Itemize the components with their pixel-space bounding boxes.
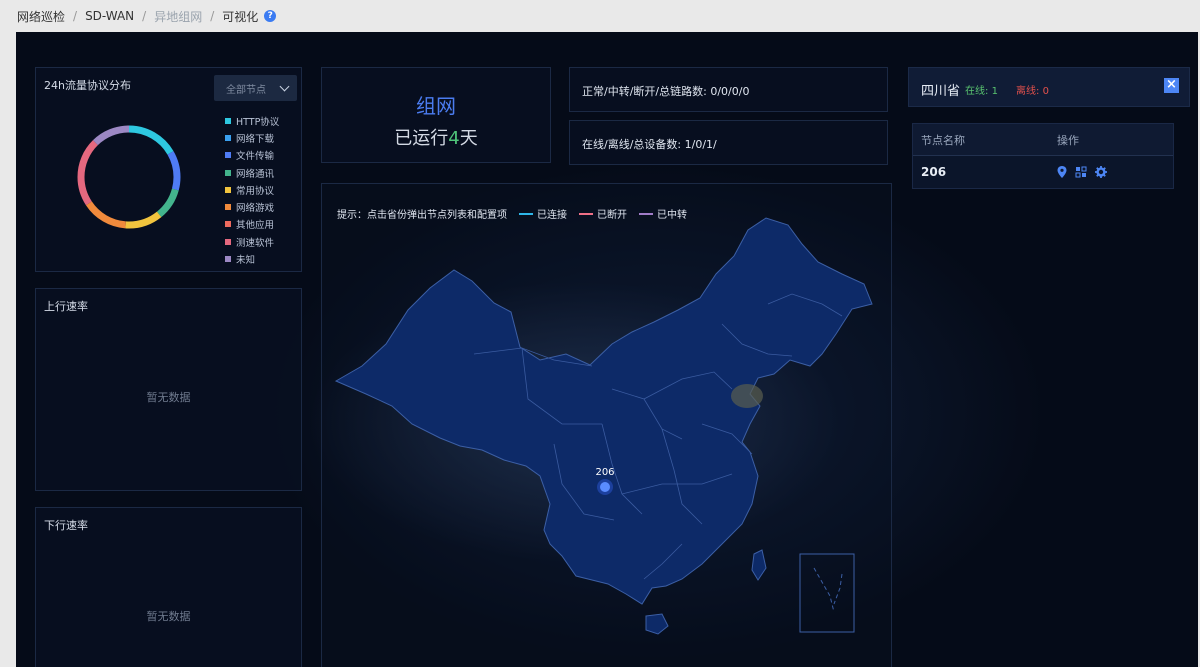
breadcrumb-network-inspection[interactable]: 网络巡检 (17, 8, 65, 25)
bohai-sea (731, 384, 763, 408)
upload-empty-text: 暂无数据 (146, 391, 191, 404)
network-runtime: 已运行4天 (394, 128, 478, 149)
legend-item[interactable]: 网络游戏 (225, 198, 279, 215)
legend-item[interactable]: 未知 (225, 250, 279, 267)
legend-item[interactable]: 其他应用 (225, 216, 279, 233)
node-config-icon[interactable] (1075, 166, 1087, 178)
question-circle-icon[interactable]: ? (264, 10, 277, 22)
breadcrumb-remote-network[interactable]: 异地组网 (154, 8, 202, 25)
link-stats-card: 正常/中转/断开/总链路数: 0/0/0/0 (569, 67, 888, 112)
breadcrumb-sdwan[interactable]: SD-WAN (85, 9, 134, 23)
col-action: 操作 (1057, 133, 1079, 147)
legend-item[interactable]: 文件传输 (225, 147, 279, 164)
link-stats-text: 正常/中转/断开/总链路数: 0/0/0/0 (582, 85, 750, 98)
node-table-header: 节点名称 操作 (913, 124, 1173, 156)
legend-item[interactable]: 网络通讯 (225, 164, 279, 181)
network-summary-card: 组网 已运行4天 (321, 67, 551, 163)
upload-rate-panel: 上行速率 暂无数据 (35, 288, 302, 491)
protocol-legend: HTTP协议 网络下载 文件传输 网络通讯 常用协议 网络游戏 其他应用 测速软… (225, 112, 279, 268)
device-stats-value: 1/0/1/ (684, 138, 717, 151)
china-map-panel: 提示：点击省份弹出节点列表和配置项 已连接 已断开 已中转 206 (321, 183, 892, 667)
network-title: 组网 (416, 94, 456, 118)
close-icon[interactable]: × (1164, 78, 1179, 93)
col-node-name: 节点名称 (921, 133, 965, 147)
device-stats-text: 在线/离线/总设备数: 1/0/1/ (582, 138, 717, 151)
province-name: 四川省 (921, 84, 961, 99)
device-stats-card: 在线/离线/总设备数: 1/0/1/ (569, 120, 888, 165)
node-table: 节点名称 操作 206 (912, 123, 1174, 189)
table-row[interactable]: 206 (913, 156, 1173, 188)
taiwan-shape (751, 549, 767, 581)
node-name-cell: 206 (921, 165, 947, 179)
legend-item[interactable]: 常用协议 (225, 181, 279, 198)
province-online: 在线: 1 (965, 86, 998, 97)
node-select[interactable]: 全部节点 (214, 75, 297, 101)
chevron-down-icon (279, 81, 290, 91)
upload-panel-title: 上行速率 (44, 300, 88, 313)
download-empty-text: 暂无数据 (146, 610, 191, 623)
breadcrumb-visualization: 可视化 (222, 9, 259, 24)
node-marker-label: 206 (595, 467, 614, 478)
mainland-shape (334, 217, 873, 605)
province-offline: 离线: 0 (1016, 86, 1049, 97)
gear-icon[interactable] (1095, 166, 1107, 178)
download-panel-title: 下行速率 (44, 519, 88, 532)
legend-item[interactable]: 测速软件 (225, 233, 279, 250)
download-rate-panel: 下行速率 暂无数据 (35, 507, 302, 667)
china-map[interactable]: 206 (322, 184, 893, 667)
visualization-stage: 24h流量协议分布 全部节点 HTTP协议 网络下载 文件传输 网络通讯 常用协… (16, 32, 1198, 667)
action-cell (1057, 166, 1173, 178)
runtime-days: 4 (448, 128, 460, 149)
south-china-sea-inset (799, 553, 855, 633)
location-pin-icon[interactable] (1057, 166, 1067, 178)
link-stats-value: 0/0/0/0 (710, 85, 750, 98)
breadcrumb: 网络巡检 / SD-WAN / 异地组网 / 可视化 ? (17, 0, 277, 32)
province-header: 四川省 在线: 1 离线: 0 × (908, 67, 1190, 107)
hainan-shape (645, 613, 669, 635)
traffic-panel-title: 24h流量协议分布 (44, 79, 131, 92)
traffic-protocol-panel: 24h流量协议分布 全部节点 HTTP协议 网络下载 文件传输 网络通讯 常用协… (35, 67, 302, 272)
protocol-donut-chart (77, 125, 181, 229)
legend-item[interactable]: HTTP协议 (225, 112, 279, 129)
legend-item[interactable]: 网络下载 (225, 129, 279, 146)
node-select-value: 全部节点 (226, 84, 266, 96)
node-marker[interactable] (600, 482, 610, 492)
